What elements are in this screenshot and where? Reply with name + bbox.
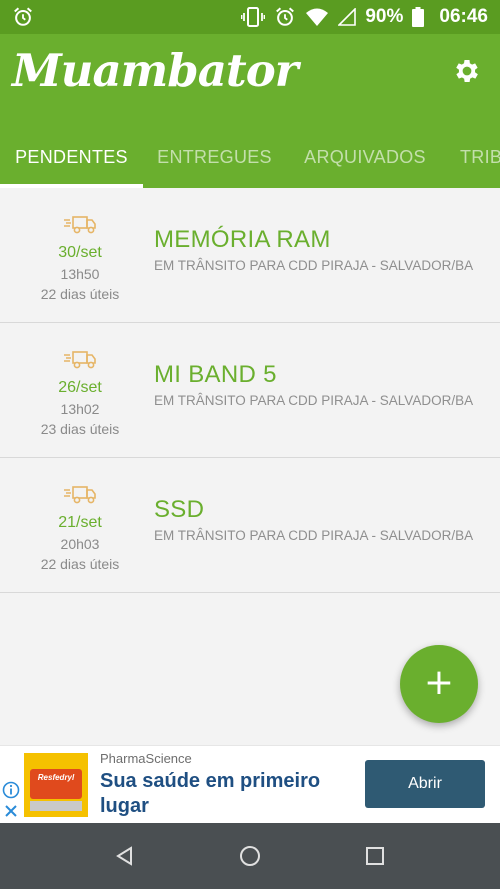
battery-percentage: 90% <box>365 6 404 27</box>
back-button[interactable] <box>110 841 140 871</box>
truck-icon <box>64 486 96 504</box>
recents-button[interactable] <box>360 841 390 871</box>
status-bar: 90% 06:46 <box>0 0 500 34</box>
package-row[interactable]: 26/set 13h02 23 dias úteis MI BAND 5 EM … <box>0 323 500 458</box>
back-icon <box>116 846 132 866</box>
plus-icon: + <box>423 662 455 703</box>
package-tracking-info: 30/set 13h50 22 dias úteis <box>0 188 160 323</box>
wifi-icon <box>306 8 329 26</box>
status-clock: 06:46 <box>439 6 488 27</box>
package-time: 13h50 <box>60 266 100 282</box>
ad-headline[interactable]: Sua saúde em primeiro lugar <box>100 769 350 819</box>
ad-open-button[interactable]: Abrir <box>365 760 485 808</box>
add-package-button[interactable]: + <box>400 645 478 723</box>
signal-icon <box>338 8 357 26</box>
package-title: MEMÓRIA RAM <box>154 226 331 253</box>
tab-entregues[interactable]: ENTREGUES <box>143 126 286 188</box>
ad-product-name: Resfedryl <box>37 773 75 782</box>
app-logo: Muambator <box>12 44 298 97</box>
package-days: 22 dias úteis <box>40 556 120 572</box>
package-date: 21/set <box>58 514 102 531</box>
ad-product-blister <box>30 801 82 811</box>
package-date: 30/set <box>58 244 102 261</box>
close-icon[interactable] <box>3 803 19 819</box>
tab-arquivados[interactable]: ARQUIVADOS <box>286 126 444 188</box>
package-days: 22 dias úteis <box>40 286 120 302</box>
package-tracking-info: 21/set 20h03 22 dias úteis <box>0 458 160 593</box>
vibrate-icon <box>241 7 266 27</box>
app-bar: Muambator PENDENTES ENTREGUES ARQUIVADOS… <box>0 34 500 188</box>
system-nav-bar <box>0 823 500 889</box>
tab-tributados[interactable]: TRIB <box>444 126 500 188</box>
package-tracking-info: 26/set 13h02 23 dias úteis <box>0 323 160 458</box>
package-row[interactable]: 21/set 20h03 22 dias úteis SSD EM TRÂNSI… <box>0 458 500 593</box>
info-icon[interactable] <box>2 781 20 799</box>
home-button[interactable] <box>235 841 265 871</box>
package-date: 26/set <box>58 379 102 396</box>
package-time: 20h03 <box>60 536 100 552</box>
package-days: 23 dias úteis <box>40 421 120 437</box>
battery-icon <box>412 7 425 27</box>
recents-icon <box>366 847 384 865</box>
package-status: EM TRÂNSITO PARA CDD PIRAJA - SALVADOR/B… <box>154 528 474 543</box>
package-title: SSD <box>154 496 205 523</box>
package-title: MI BAND 5 <box>154 361 277 388</box>
package-row[interactable]: 30/set 13h50 22 dias úteis MEMÓRIA RAM E… <box>0 188 500 323</box>
ad-banner[interactable]: Resfedryl PharmaScience Sua saúde em pri… <box>0 745 500 823</box>
tab-pendentes[interactable]: PENDENTES <box>0 126 143 188</box>
settings-button[interactable] <box>448 52 486 90</box>
package-status: EM TRÂNSITO PARA CDD PIRAJA - SALVADOR/B… <box>154 258 474 273</box>
package-time: 13h02 <box>60 401 100 417</box>
alarm-icon <box>276 7 295 26</box>
truck-icon <box>64 351 96 369</box>
truck-icon <box>64 216 96 234</box>
alarm-icon <box>14 7 32 26</box>
ad-sponsor: PharmaScience <box>100 751 192 766</box>
package-status: EM TRÂNSITO PARA CDD PIRAJA - SALVADOR/B… <box>154 393 474 408</box>
home-icon <box>240 846 260 866</box>
tab-bar: PENDENTES ENTREGUES ARQUIVADOS TRIB <box>0 126 500 188</box>
package-list: 30/set 13h50 22 dias úteis MEMÓRIA RAM E… <box>0 188 500 593</box>
gear-icon <box>456 60 478 82</box>
ad-product-image[interactable]: Resfedryl <box>24 753 88 817</box>
